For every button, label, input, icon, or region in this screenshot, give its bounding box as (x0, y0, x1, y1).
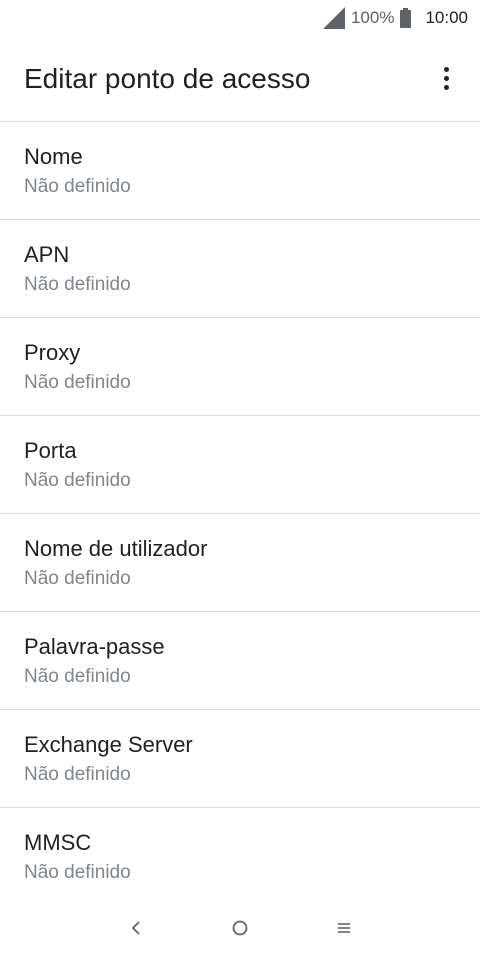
settings-list: Nome Não definido APN Não definido Proxy… (0, 122, 480, 906)
setting-value: Não definido (24, 764, 131, 785)
setting-item-apn[interactable]: APN Não definido (0, 220, 480, 318)
app-bar: Editar ponto de acesso (0, 36, 480, 121)
setting-item-porta[interactable]: Porta Não definido (0, 416, 480, 514)
signal-icon (322, 7, 345, 29)
setting-title: Nome de utilizador (24, 536, 208, 561)
more-vert-icon (443, 66, 449, 72)
setting-item-exchange-server[interactable]: Exchange Server Não definido (0, 710, 480, 808)
setting-value: Não definido (24, 568, 131, 589)
setting-value: Não definido (24, 372, 131, 393)
back-button[interactable] (124, 916, 148, 940)
back-icon (131, 921, 140, 935)
home-button[interactable] (228, 916, 252, 940)
setting-value: Não definido (24, 470, 131, 491)
home-icon (232, 920, 248, 936)
navigation-bar (0, 896, 480, 960)
setting-value: Não definido (24, 176, 131, 197)
setting-title: APN (24, 242, 70, 267)
setting-title: Proxy (24, 340, 81, 365)
setting-title: Nome (24, 144, 83, 169)
setting-item-nome[interactable]: Nome Não definido (0, 122, 480, 220)
recents-button[interactable] (332, 916, 356, 940)
screen: 100% 10:00 Editar ponto de acesso Nome N… (0, 0, 480, 960)
setting-value: Não definido (24, 862, 131, 883)
setting-title: MMSC (24, 830, 92, 855)
setting-item-proxy[interactable]: Proxy Não definido (0, 318, 480, 416)
page-title: Editar ponto de acesso (24, 62, 311, 94)
battery-icon (400, 8, 412, 28)
setting-value: Não definido (24, 274, 131, 295)
status-bar: 100% 10:00 (0, 0, 480, 36)
setting-item-username[interactable]: Nome de utilizador Não definido (0, 514, 480, 612)
more-options-button[interactable] (426, 58, 466, 98)
status-time: 10:00 (425, 8, 468, 27)
setting-title: Exchange Server (24, 732, 193, 757)
setting-title: Palavra-passe (24, 634, 165, 659)
setting-item-password[interactable]: Palavra-passe Não definido (0, 612, 480, 710)
setting-item-mmsc[interactable]: MMSC Não definido (0, 808, 480, 906)
battery-percent: 100% (350, 8, 395, 27)
recents-icon (338, 923, 350, 933)
setting-title: Porta (24, 438, 77, 463)
setting-value: Não definido (24, 666, 131, 687)
